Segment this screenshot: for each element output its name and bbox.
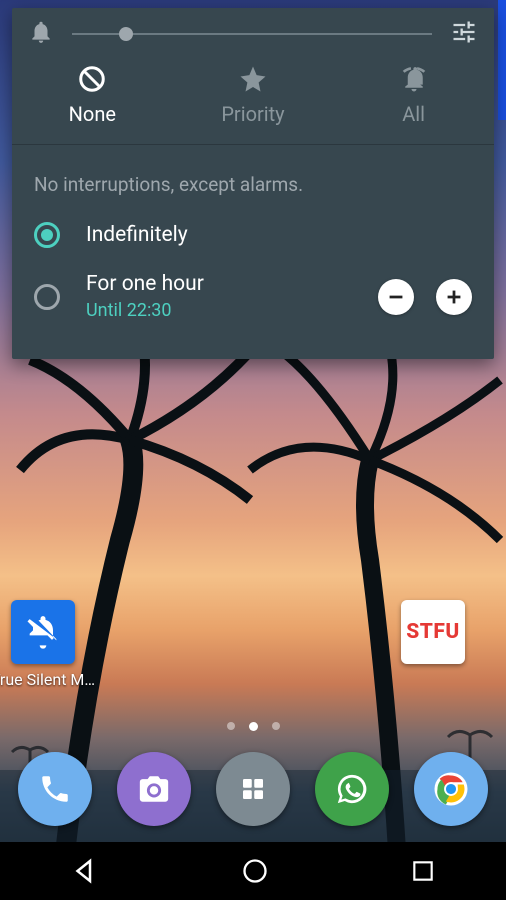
phone-icon xyxy=(38,772,72,806)
whatsapp-icon xyxy=(335,772,369,806)
right-edge-accent xyxy=(498,0,506,120)
stfu-tile: STFU xyxy=(401,600,465,664)
chrome-icon xyxy=(433,771,469,807)
apps-icon xyxy=(238,774,268,804)
radio-indefinitely[interactable] xyxy=(34,222,60,248)
tab-priority[interactable]: Priority xyxy=(173,64,332,126)
option-indefinitely-label: Indefinitely xyxy=(86,223,188,247)
page-dot[interactable] xyxy=(227,722,235,730)
decrease-duration-button[interactable] xyxy=(378,279,414,315)
option-one-hour-until: Until 22:30 xyxy=(86,300,204,321)
volume-slider[interactable] xyxy=(72,20,432,48)
tab-none[interactable]: None xyxy=(13,64,172,126)
dnd-panel: None Priority All No interruptions, exce… xyxy=(12,8,494,359)
radio-one-hour[interactable] xyxy=(34,284,60,310)
nav-back-icon[interactable] xyxy=(70,856,100,886)
nav-home-icon[interactable] xyxy=(241,857,269,885)
page-indicator xyxy=(0,722,506,731)
bell-icon xyxy=(28,19,54,49)
tab-priority-label: Priority xyxy=(221,102,284,126)
dock-camera[interactable] xyxy=(117,752,191,826)
option-one-hour[interactable]: For one hour Until 22:30 xyxy=(12,266,494,339)
dock-phone[interactable] xyxy=(18,752,92,826)
nav-recent-icon[interactable] xyxy=(410,858,436,884)
option-one-hour-label: For one hour xyxy=(86,272,204,296)
stfu-text: STFU xyxy=(406,620,460,644)
tab-none-label: None xyxy=(69,102,116,126)
panel-top-row xyxy=(12,8,494,54)
app-stfu[interactable]: STFU xyxy=(398,600,468,664)
tune-icon[interactable] xyxy=(450,18,478,50)
dock-whatsapp[interactable] xyxy=(315,752,389,826)
page-dot-active[interactable] xyxy=(249,722,258,731)
increase-duration-button[interactable] xyxy=(436,279,472,315)
option-indefinitely[interactable]: Indefinitely xyxy=(12,204,494,266)
bell-off-icon xyxy=(11,600,75,664)
camera-icon xyxy=(137,772,171,806)
dock xyxy=(0,752,506,826)
android-navbar xyxy=(0,842,506,900)
interruption-tabs: None Priority All xyxy=(12,54,494,144)
app-true-silent[interactable]: True Silent M… xyxy=(8,600,78,689)
tab-all[interactable]: All xyxy=(334,64,493,126)
page-dot[interactable] xyxy=(272,722,280,730)
home-icon-row: True Silent M… STFU xyxy=(0,600,506,689)
dock-apps[interactable] xyxy=(216,752,290,826)
dnd-subtitle: No interruptions, except alarms. xyxy=(12,145,494,204)
dock-chrome[interactable] xyxy=(414,752,488,826)
app-true-silent-label: True Silent M… xyxy=(0,670,95,689)
tab-all-label: All xyxy=(402,102,425,126)
